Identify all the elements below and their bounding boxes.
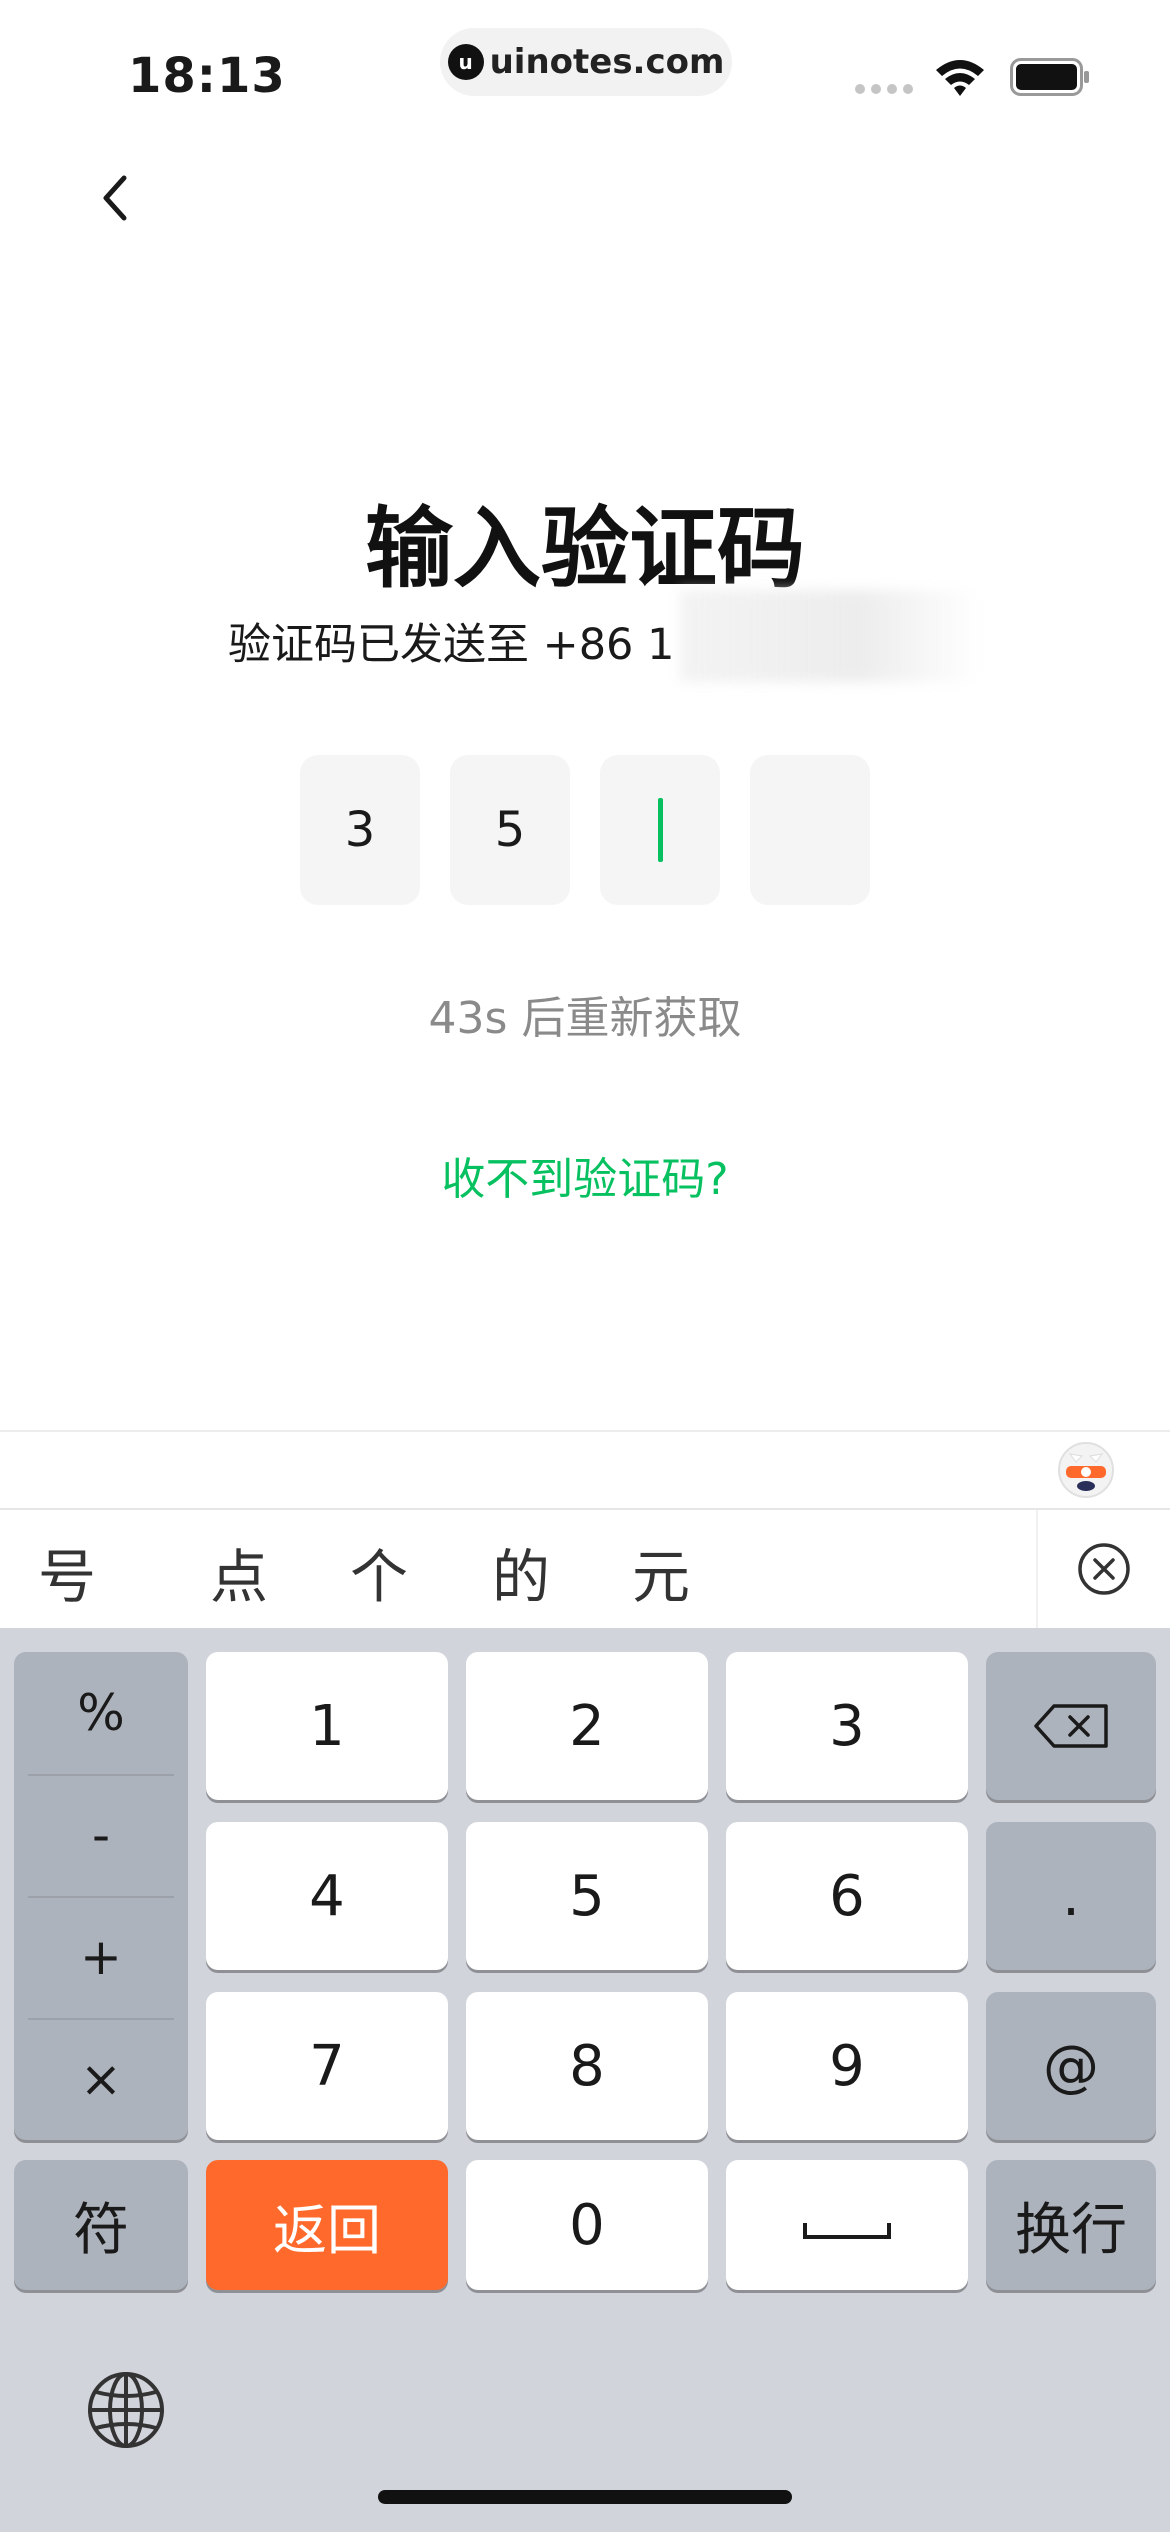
- newline-key[interactable]: 换行: [986, 2160, 1156, 2290]
- candidate-close-button[interactable]: [1036, 1510, 1170, 1628]
- divider: [0, 1430, 1170, 1432]
- key-minus[interactable]: -: [14, 1774, 188, 1896]
- mascot-icon[interactable]: [1056, 1440, 1116, 1500]
- back-chevron-icon[interactable]: [96, 168, 136, 228]
- backspace-icon: [1034, 1704, 1108, 1748]
- candidate-word[interactable]: 个: [350, 1530, 408, 1614]
- candidate-bar: [0, 1510, 1170, 1628]
- code-digit-box[interactable]: 5: [450, 755, 570, 905]
- code-digit-box-active[interactable]: [600, 755, 720, 905]
- symbols-key[interactable]: 符: [14, 2160, 188, 2290]
- wifi-icon: [936, 60, 984, 96]
- key-5[interactable]: 5: [466, 1822, 708, 1970]
- battery-icon: [1010, 58, 1089, 96]
- key-9[interactable]: 9: [726, 1992, 968, 2140]
- key-plus[interactable]: +: [14, 1896, 188, 2018]
- code-digit: 3: [344, 802, 376, 858]
- key-6[interactable]: 6: [726, 1822, 968, 1970]
- symbol-column: % - + ×: [14, 1652, 188, 2140]
- home-indicator: [378, 2490, 792, 2504]
- return-key[interactable]: 返回: [206, 2160, 448, 2290]
- url-pill[interactable]: u uinotes.com: [440, 28, 732, 96]
- no-code-link[interactable]: 收不到验证码?: [0, 1143, 1170, 1207]
- key-times[interactable]: ×: [14, 2018, 188, 2140]
- backspace-key[interactable]: [986, 1652, 1156, 1800]
- redacted-phone-number: [680, 590, 980, 682]
- candidate-word[interactable]: 元: [632, 1530, 690, 1614]
- close-circle-icon: [1078, 1543, 1130, 1595]
- code-digit: 5: [494, 802, 526, 858]
- key-1[interactable]: 1: [206, 1652, 448, 1800]
- site-logo-icon: u: [447, 44, 484, 80]
- key-7[interactable]: 7: [206, 1992, 448, 2140]
- key-8[interactable]: 8: [466, 1992, 708, 2140]
- space-icon: [803, 2223, 891, 2239]
- key-3[interactable]: 3: [726, 1652, 968, 1800]
- key-percent[interactable]: %: [14, 1652, 188, 1774]
- sent-to-text: 验证码已发送至 +86 1: [228, 620, 675, 670]
- candidate-word[interactable]: 点: [210, 1530, 268, 1614]
- space-key[interactable]: [726, 2160, 968, 2290]
- key-0[interactable]: 0: [466, 2160, 708, 2290]
- candidate-word[interactable]: 号: [38, 1530, 96, 1614]
- key-2[interactable]: 2: [466, 1652, 708, 1800]
- key-at[interactable]: @: [986, 1992, 1156, 2140]
- status-time: 18:13: [128, 48, 286, 104]
- text-cursor: [657, 798, 663, 862]
- url-text: uinotes.com: [489, 42, 725, 82]
- globe-icon[interactable]: [86, 2370, 166, 2450]
- code-digit-box[interactable]: 3: [300, 755, 420, 905]
- candidate-word[interactable]: 的: [492, 1530, 550, 1614]
- key-dot[interactable]: .: [986, 1822, 1156, 1970]
- key-4[interactable]: 4: [206, 1822, 448, 1970]
- cellular-signal-icon: [855, 84, 913, 94]
- code-digit-box[interactable]: [750, 755, 870, 905]
- page-title: 输入验证码: [364, 497, 805, 600]
- resend-countdown: 43s 后重新获取: [428, 993, 742, 1044]
